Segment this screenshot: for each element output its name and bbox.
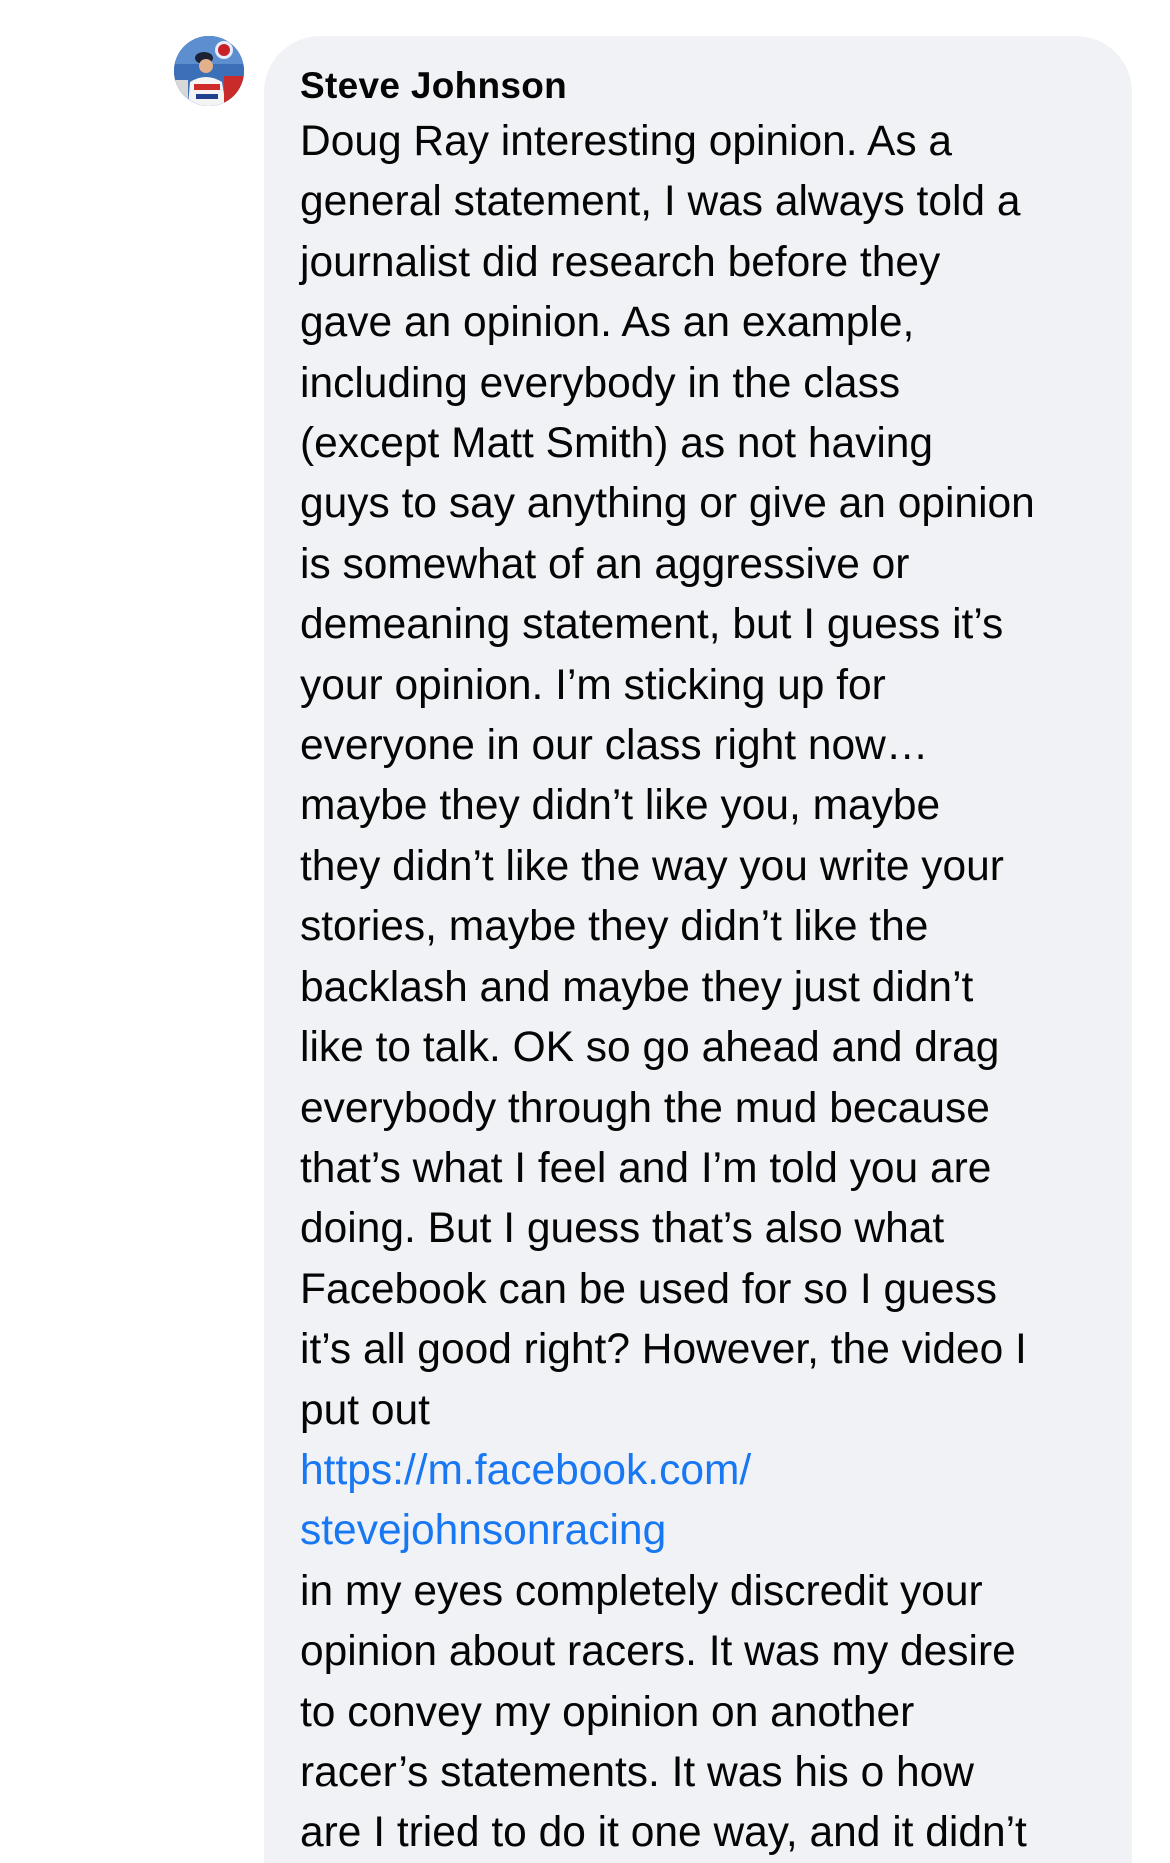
comment-text-line: gave an opinion. As an example, [300, 299, 915, 347]
comment-text-line: demeaning statement, but I guess it’s [300, 601, 1004, 649]
comment-text-line: that’s what I feel and I’m told you are [300, 1144, 992, 1192]
comment-body: Doug Ray interesting opinion. As a genera… [300, 112, 1100, 1863]
comment-text-line: like to talk. OK so go ahead and drag [300, 1024, 1000, 1072]
author-avatar[interactable] [174, 36, 244, 106]
comment-text-line: everyone in our class right now… [300, 722, 929, 770]
comment-text-line: general statement, I was always told a [300, 178, 1021, 226]
comment-text-line: maybe they didn’t like you, maybe [300, 782, 941, 830]
comment-text-line: including everybody in the class [300, 359, 901, 407]
profile-photo-icon [174, 36, 244, 106]
comment-text-line: journalist did research before they [300, 238, 941, 286]
comment-link-line[interactable]: https://m.facebook.com/ [300, 1441, 1100, 1501]
comment-text-line: put out [300, 1386, 430, 1434]
comment-text-line: it’s all good right? However, the video … [300, 1326, 1027, 1374]
comment-text-line: they didn’t like the way you write your [300, 842, 1004, 890]
comment-text-line: is somewhat of an aggressive or [300, 540, 910, 588]
comment-text-line: doing. But I guess that’s also what [300, 1205, 945, 1253]
comment-text-line: Doug Ray interesting opinion. As a [300, 118, 953, 165]
comment-text-line: (except Matt Smith) as not having [300, 420, 934, 468]
comment-text-line: to convey my opinion on another [300, 1688, 915, 1736]
comment-text-line: everybody through the mud because [300, 1084, 990, 1132]
comment-author-name[interactable]: Steve Johnson [300, 62, 1100, 110]
comment-text-line: your opinion. I’m sticking up for [300, 661, 886, 709]
comment-text-line: are I tried to do it one way, and it did… [300, 1809, 1027, 1857]
comment-text-line: in my eyes completely discredit your [300, 1567, 983, 1615]
comment-text-line: Facebook can be used for so I guess [300, 1265, 997, 1313]
comment-text-line: opinion about racers. It was my desire [300, 1628, 1016, 1676]
comment-text-line: backlash and maybe they just didn’t [300, 963, 974, 1011]
comment-link-line[interactable]: stevejohnsonracing [300, 1501, 1100, 1561]
comment-text-line: guys to say anything or give an opinion [300, 480, 1035, 528]
comment-bubble: Steve Johnson Doug Ray interesting opini… [264, 36, 1132, 1863]
comment-text-line: racer’s statements. It was his o how [300, 1748, 974, 1796]
comment-text-line: stories, maybe they didn’t like the [300, 903, 929, 951]
